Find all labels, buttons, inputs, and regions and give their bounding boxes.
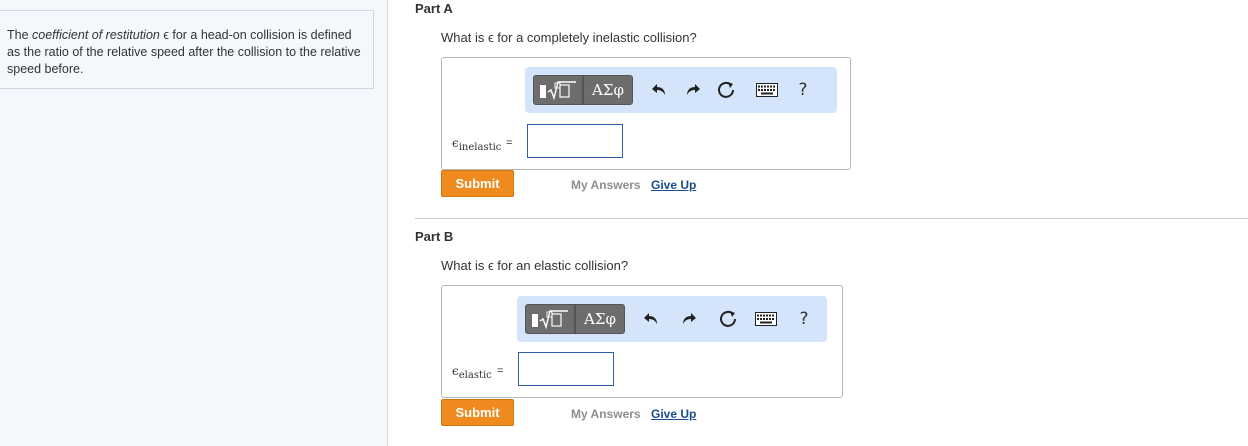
intro-text-before: The [7, 28, 33, 42]
parts-pane: Part A What is ϵ for a completely inelas… [389, 0, 1248, 446]
part-a-question: What is ϵ for a completely inelastic col… [441, 30, 697, 45]
part-b-variable-label: ϵelastic [452, 364, 492, 381]
part-b-my-answers-link[interactable]: My Answers [571, 407, 641, 421]
greek-symbols-button[interactable]: ΑΣφ [575, 304, 625, 334]
reset-icon[interactable] [717, 308, 739, 330]
part-b-title: Part B [415, 229, 454, 244]
variable-subscript: elastic [458, 370, 492, 381]
square-root-template-icon[interactable] [533, 75, 583, 105]
reset-icon[interactable] [715, 79, 737, 101]
problem-intro-box: The coefficient of restitution ϵ for a h… [0, 10, 374, 89]
part-a-title: Part A [415, 1, 453, 16]
part-b-give-up-link[interactable]: Give Up [651, 407, 696, 421]
part-b-math-toolbar: ΑΣφ ? [517, 296, 827, 342]
part-a-answer-input[interactable] [527, 124, 623, 158]
undo-icon[interactable] [641, 308, 663, 330]
keyboard-icon[interactable] [754, 79, 780, 101]
part-a-math-toolbar: ΑΣφ ? [525, 67, 837, 113]
equals-sign: = [506, 137, 513, 149]
part-b-question: What is ϵ for an elastic collision? [441, 258, 629, 273]
part-a-my-answers-link[interactable]: My Answers [571, 178, 641, 192]
square-root-template-icon[interactable] [525, 304, 575, 334]
part-b-answer-box: ΑΣφ ? ϵelastic = [441, 285, 843, 398]
part-a-submit-button[interactable]: Submit [441, 170, 514, 197]
help-icon[interactable]: ? [792, 79, 814, 101]
equals-sign: = [497, 365, 504, 377]
part-a-give-up-link[interactable]: Give Up [651, 178, 696, 192]
part-divider [415, 218, 1248, 219]
epsilon-symbol: ϵ [452, 136, 459, 150]
greek-symbols-button[interactable]: ΑΣφ [583, 75, 633, 105]
part-b-answer-input[interactable] [518, 352, 614, 386]
redo-icon[interactable] [677, 308, 699, 330]
help-icon[interactable]: ? [793, 308, 815, 330]
undo-icon[interactable] [649, 79, 671, 101]
part-b-submit-button[interactable]: Submit [441, 399, 514, 426]
variable-subscript: inelastic [458, 142, 502, 153]
keyboard-icon[interactable] [753, 308, 779, 330]
intro-term: coefficient of restitution [32, 28, 160, 42]
redo-icon[interactable] [681, 79, 703, 101]
part-a-answer-box: ΑΣφ ? ϵinelastic = [441, 57, 851, 170]
part-a-variable-label: ϵinelastic [452, 136, 501, 153]
problem-intro-pane: The coefficient of restitution ϵ for a h… [0, 0, 388, 446]
epsilon-symbol: ϵ [452, 364, 459, 378]
